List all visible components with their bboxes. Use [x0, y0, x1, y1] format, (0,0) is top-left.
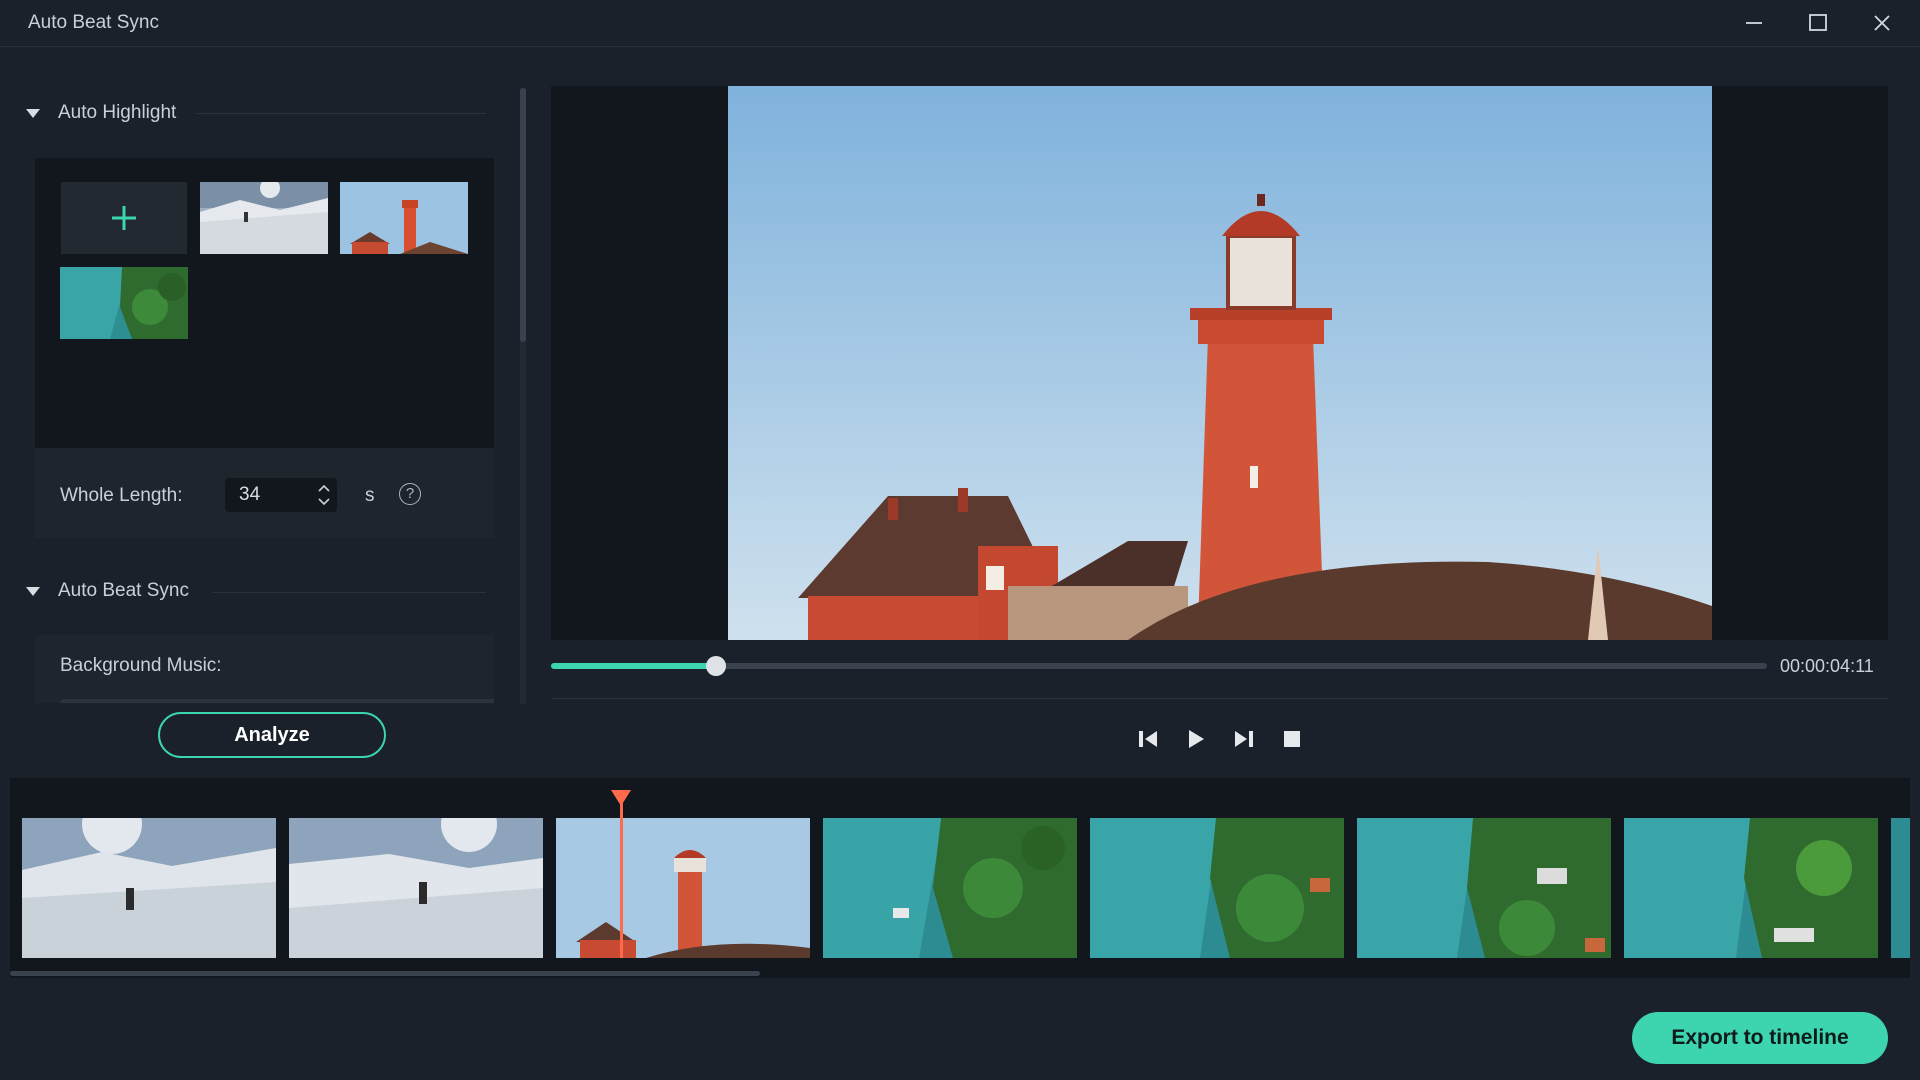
media-thumb-lighthouse[interactable] [340, 182, 468, 254]
minimize-icon [1746, 22, 1762, 24]
playback-progress-bar[interactable] [551, 656, 1767, 676]
music-selector[interactable] [60, 699, 494, 703]
preview-frame-lighthouse [728, 86, 1712, 640]
progress-fill [551, 663, 717, 669]
timeline-clip-coast-1[interactable] [823, 818, 1077, 958]
maximize-button[interactable] [1794, 6, 1842, 40]
timeline[interactable] [10, 778, 1910, 978]
whole-length-value: 34 [239, 484, 261, 505]
auto-beat-sync-header[interactable]: Auto Beat Sync [26, 580, 189, 602]
timeline-clip-coast-3[interactable] [1357, 818, 1611, 958]
add-media-button[interactable] [61, 182, 187, 254]
title-bar: Auto Beat Sync [0, 0, 1920, 47]
background-music-row: Background Music: [35, 635, 494, 703]
collapse-triangle-icon [26, 586, 40, 596]
auto-beat-sync-title: Auto Beat Sync [58, 580, 189, 601]
timeline-clip-ski-2[interactable] [289, 818, 543, 958]
auto-highlight-title: Auto Highlight [58, 102, 177, 123]
export-to-timeline-button[interactable]: Export to timeline [1632, 1012, 1888, 1064]
timecode: 00:00:04:11 [1780, 656, 1874, 676]
timeline-clip-coast-4[interactable] [1624, 818, 1878, 958]
step-back-icon [1139, 731, 1157, 747]
minimize-button[interactable] [1730, 6, 1778, 40]
section-divider [212, 592, 486, 593]
whole-length-input[interactable]: 34 [225, 478, 337, 512]
preview-divider [551, 698, 1888, 699]
progress-handle[interactable] [706, 656, 727, 676]
window-title: Auto Beat Sync [28, 12, 159, 33]
previous-frame-button[interactable] [1134, 726, 1162, 752]
stop-button[interactable] [1278, 726, 1306, 752]
auto-highlight-header[interactable]: Auto Highlight [26, 102, 176, 124]
whole-length-label: Whole Length: [60, 485, 183, 506]
close-button[interactable] [1858, 6, 1906, 40]
maximize-icon [1809, 14, 1827, 31]
stop-icon [1284, 731, 1300, 747]
timeline-clip-ski-1[interactable] [22, 818, 276, 958]
media-thumb-ski[interactable] [200, 182, 328, 254]
timeline-clip-coast-2[interactable] [1090, 818, 1344, 958]
section-divider [196, 113, 486, 114]
collapse-triangle-icon [26, 108, 40, 118]
background-music-label: Background Music: [60, 655, 222, 676]
step-forward-icon [1235, 731, 1253, 747]
play-button[interactable] [1182, 726, 1210, 752]
close-icon [1874, 15, 1890, 31]
length-unit: s [365, 485, 375, 506]
playhead-handle[interactable] [611, 790, 631, 806]
preview-area [551, 86, 1888, 640]
plus-icon [112, 206, 136, 230]
help-icon[interactable]: ? [399, 483, 421, 505]
analyze-button[interactable]: Analyze [158, 712, 386, 758]
play-icon [1189, 730, 1204, 748]
stepper-icon[interactable] [317, 482, 331, 508]
left-panel-scrollbar[interactable] [520, 88, 526, 704]
media-panel [35, 158, 494, 448]
timeline-clip-lighthouse[interactable] [556, 818, 810, 958]
next-frame-button[interactable] [1230, 726, 1258, 752]
media-thumb-coast[interactable] [60, 267, 188, 339]
whole-length-row: Whole Length: 34 s ? [35, 448, 494, 538]
scrollbar-thumb[interactable] [520, 88, 526, 342]
playhead[interactable] [620, 798, 623, 958]
timeline-clip-partial[interactable] [1891, 818, 1910, 958]
timeline-scrollbar[interactable] [10, 971, 760, 976]
